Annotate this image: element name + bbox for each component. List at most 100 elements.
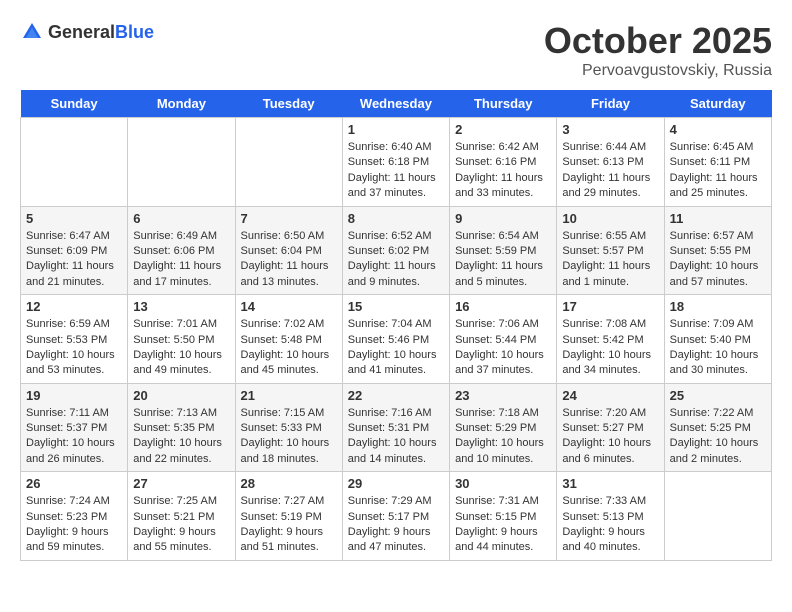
day-info: Sunrise: 7:27 AM Sunset: 5:19 PM Dayligh… — [241, 494, 337, 556]
day-info: Sunrise: 7:04 AM Sunset: 5:46 PM Dayligh… — [348, 317, 444, 379]
day-info: Sunrise: 7:08 AM Sunset: 5:42 PM Dayligh… — [562, 317, 658, 379]
day-number: 4 — [670, 122, 766, 137]
title-block: October 2025 Pervoavgustovskiy, Russia — [544, 20, 772, 80]
calendar-cell: 15Sunrise: 7:04 AM Sunset: 5:46 PM Dayli… — [342, 295, 449, 384]
weekday-header-row: SundayMondayTuesdayWednesdayThursdayFrid… — [21, 90, 772, 118]
day-info: Sunrise: 7:18 AM Sunset: 5:29 PM Dayligh… — [455, 406, 551, 468]
day-number: 21 — [241, 388, 337, 403]
day-info: Sunrise: 6:44 AM Sunset: 6:13 PM Dayligh… — [562, 140, 658, 202]
day-info: Sunrise: 6:59 AM Sunset: 5:53 PM Dayligh… — [26, 317, 122, 379]
logo: GeneralBlue — [20, 20, 154, 44]
calendar-cell: 9Sunrise: 6:54 AM Sunset: 5:59 PM Daylig… — [450, 206, 557, 295]
calendar-table: SundayMondayTuesdayWednesdayThursdayFrid… — [20, 90, 772, 561]
day-number: 27 — [133, 476, 229, 491]
day-info: Sunrise: 6:42 AM Sunset: 6:16 PM Dayligh… — [455, 140, 551, 202]
calendar-cell: 13 Sunrise: 7:01 AM Sunset: 5:50 PM Dayli… — [128, 295, 235, 384]
calendar-cell: 14 Sunrise: 7:02 AM Sunset: 5:48 PM Dayli… — [235, 295, 342, 384]
calendar-cell — [664, 472, 771, 561]
calendar-cell: 6 Sunrise: 6:49 AM Sunset: 6:06 PM Daylig… — [128, 206, 235, 295]
calendar-cell: 2 Sunrise: 6:42 AM Sunset: 6:16 PM Daylig… — [450, 118, 557, 207]
day-info: Sunrise: 6:55 AM Sunset: 5:57 PM Dayligh… — [562, 229, 658, 291]
weekday-header-thursday: Thursday — [450, 90, 557, 118]
day-number: 1 — [348, 122, 444, 137]
day-info: Sunrise: 7:11 AM Sunset: 5:37 PM Dayligh… — [26, 406, 122, 468]
calendar-cell: 11 Sunrise: 6:57 AM Sunset: 5:55 PM Dayli… — [664, 206, 771, 295]
calendar-cell: 10Sunrise: 6:55 AM Sunset: 5:57 PM Dayli… — [557, 206, 664, 295]
day-info: Sunrise: 7:33 AM Sunset: 5:13 PM Dayligh… — [562, 494, 658, 556]
day-info: Sunrise: 7:25 AM Sunset: 5:21 PM Dayligh… — [133, 494, 229, 556]
day-number: 23 — [455, 388, 551, 403]
calendar-cell: 26 Sunrise: 7:24 AM Sunset: 5:23 PM Dayli… — [21, 472, 128, 561]
day-info: Sunrise: 7:02 AM Sunset: 5:48 PM Dayligh… — [241, 317, 337, 379]
day-info: Sunrise: 7:22 AM Sunset: 5:25 PM Dayligh… — [670, 406, 766, 468]
page-header: GeneralBlue October 2025 Pervoavgustovsk… — [20, 20, 772, 80]
calendar-cell: 29Sunrise: 7:29 AM Sunset: 5:17 PM Dayli… — [342, 472, 449, 561]
calendar-week-row: 12Sunrise: 6:59 AM Sunset: 5:53 PM Dayli… — [21, 295, 772, 384]
calendar-cell: 27 Sunrise: 7:25 AM Sunset: 5:21 PM Dayli… — [128, 472, 235, 561]
day-info: Sunrise: 7:29 AM Sunset: 5:17 PM Dayligh… — [348, 494, 444, 556]
calendar-cell: 23 Sunrise: 7:18 AM Sunset: 5:29 PM Dayli… — [450, 383, 557, 472]
calendar-cell: 12Sunrise: 6:59 AM Sunset: 5:53 PM Dayli… — [21, 295, 128, 384]
day-number: 8 — [348, 211, 444, 226]
calendar-cell: 19 Sunrise: 7:11 AM Sunset: 5:37 PM Dayli… — [21, 383, 128, 472]
day-info: Sunrise: 7:31 AM Sunset: 5:15 PM Dayligh… — [455, 494, 551, 556]
weekday-header-wednesday: Wednesday — [342, 90, 449, 118]
logo-text-general: General — [48, 22, 115, 42]
day-number: 30 — [455, 476, 551, 491]
day-info: Sunrise: 6:57 AM Sunset: 5:55 PM Dayligh… — [670, 229, 766, 291]
day-number: 2 — [455, 122, 551, 137]
day-info: Sunrise: 7:16 AM Sunset: 5:31 PM Dayligh… — [348, 406, 444, 468]
calendar-cell: 17 Sunrise: 7:08 AM Sunset: 5:42 PM Dayli… — [557, 295, 664, 384]
day-number: 11 — [670, 211, 766, 226]
calendar-cell: 21 Sunrise: 7:15 AM Sunset: 5:33 PM Dayli… — [235, 383, 342, 472]
calendar-cell: 4Sunrise: 6:45 AM Sunset: 6:11 PM Daylig… — [664, 118, 771, 207]
day-number: 19 — [26, 388, 122, 403]
weekday-header-sunday: Sunday — [21, 90, 128, 118]
calendar-cell: 20 Sunrise: 7:13 AM Sunset: 5:35 PM Dayli… — [128, 383, 235, 472]
day-info: Sunrise: 6:40 AM Sunset: 6:18 PM Dayligh… — [348, 140, 444, 202]
day-number: 31 — [562, 476, 658, 491]
month-title: October 2025 — [544, 20, 772, 62]
calendar-cell: 7Sunrise: 6:50 AM Sunset: 6:04 PM Daylig… — [235, 206, 342, 295]
calendar-cell — [21, 118, 128, 207]
calendar-cell: 25 Sunrise: 7:22 AM Sunset: 5:25 PM Dayli… — [664, 383, 771, 472]
day-info: Sunrise: 7:15 AM Sunset: 5:33 PM Dayligh… — [241, 406, 337, 468]
weekday-header-friday: Friday — [557, 90, 664, 118]
calendar-cell: 28Sunrise: 7:27 AM Sunset: 5:19 PM Dayli… — [235, 472, 342, 561]
day-info: Sunrise: 7:09 AM Sunset: 5:40 PM Dayligh… — [670, 317, 766, 379]
calendar-week-row: 5 Sunrise: 6:47 AM Sunset: 6:09 PM Daylig… — [21, 206, 772, 295]
calendar-week-row: 1 Sunrise: 6:40 AM Sunset: 6:18 PM Daylig… — [21, 118, 772, 207]
day-number: 22 — [348, 388, 444, 403]
day-info: Sunrise: 6:54 AM Sunset: 5:59 PM Dayligh… — [455, 229, 551, 291]
day-info: Sunrise: 7:24 AM Sunset: 5:23 PM Dayligh… — [26, 494, 122, 556]
calendar-cell: 8 Sunrise: 6:52 AM Sunset: 6:02 PM Daylig… — [342, 206, 449, 295]
calendar-cell: 22 Sunrise: 7:16 AM Sunset: 5:31 PM Dayli… — [342, 383, 449, 472]
day-info: Sunrise: 7:01 AM Sunset: 5:50 PM Dayligh… — [133, 317, 229, 379]
day-info: Sunrise: 7:20 AM Sunset: 5:27 PM Dayligh… — [562, 406, 658, 468]
day-number: 7 — [241, 211, 337, 226]
calendar-cell: 3Sunrise: 6:44 AM Sunset: 6:13 PM Daylig… — [557, 118, 664, 207]
weekday-header-monday: Monday — [128, 90, 235, 118]
calendar-cell: 16Sunrise: 7:06 AM Sunset: 5:44 PM Dayli… — [450, 295, 557, 384]
weekday-header-tuesday: Tuesday — [235, 90, 342, 118]
calendar-week-row: 26 Sunrise: 7:24 AM Sunset: 5:23 PM Dayli… — [21, 472, 772, 561]
day-number: 13 — [133, 299, 229, 314]
calendar-cell — [235, 118, 342, 207]
calendar-cell: 18Sunrise: 7:09 AM Sunset: 5:40 PM Dayli… — [664, 295, 771, 384]
day-info: Sunrise: 6:47 AM Sunset: 6:09 PM Dayligh… — [26, 229, 122, 291]
logo-icon — [20, 20, 44, 44]
calendar-cell: 30 Sunrise: 7:31 AM Sunset: 5:15 PM Dayli… — [450, 472, 557, 561]
day-number: 20 — [133, 388, 229, 403]
day-number: 6 — [133, 211, 229, 226]
day-info: Sunrise: 7:13 AM Sunset: 5:35 PM Dayligh… — [133, 406, 229, 468]
day-number: 5 — [26, 211, 122, 226]
day-number: 26 — [26, 476, 122, 491]
day-number: 17 — [562, 299, 658, 314]
day-number: 16 — [455, 299, 551, 314]
day-info: Sunrise: 6:49 AM Sunset: 6:06 PM Dayligh… — [133, 229, 229, 291]
day-number: 14 — [241, 299, 337, 314]
day-info: Sunrise: 6:52 AM Sunset: 6:02 PM Dayligh… — [348, 229, 444, 291]
day-number: 24 — [562, 388, 658, 403]
calendar-cell: 1 Sunrise: 6:40 AM Sunset: 6:18 PM Daylig… — [342, 118, 449, 207]
day-number: 25 — [670, 388, 766, 403]
